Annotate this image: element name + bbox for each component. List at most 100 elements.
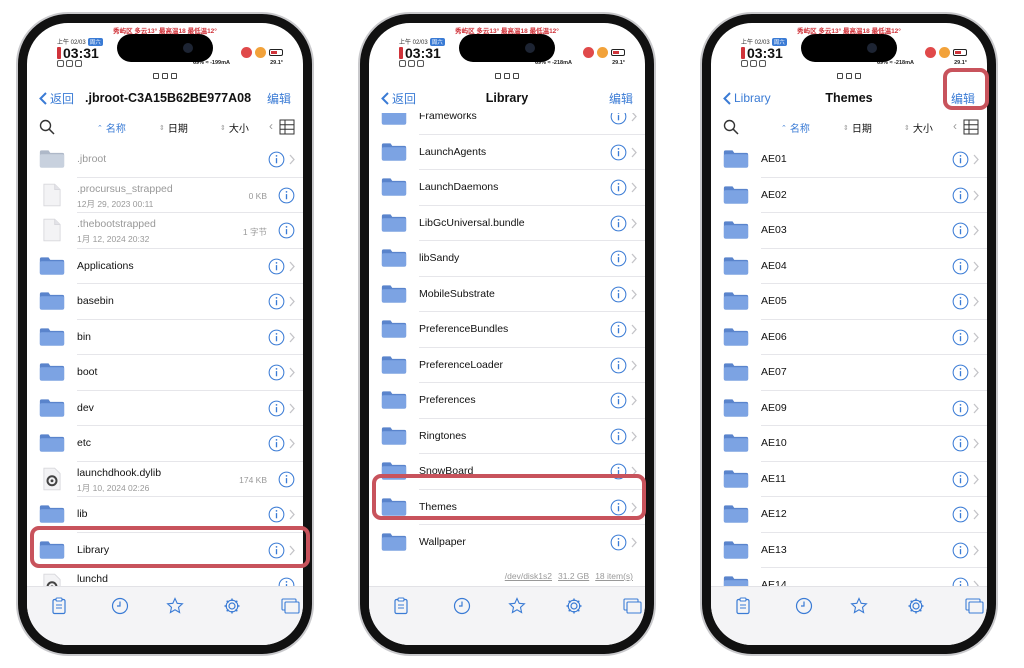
info-icon[interactable] bbox=[952, 471, 969, 488]
info-icon[interactable] bbox=[610, 534, 627, 551]
list-item[interactable]: Applications bbox=[27, 249, 303, 284]
info-icon[interactable] bbox=[610, 357, 627, 374]
list-item[interactable]: Wallpaper bbox=[369, 525, 645, 561]
info-icon[interactable] bbox=[952, 258, 969, 275]
windows-icon[interactable] bbox=[281, 597, 301, 615]
list-item[interactable]: launchdhook.dylib 1月 10, 2024 02:26 174 KB bbox=[27, 462, 303, 497]
info-icon[interactable] bbox=[268, 151, 285, 168]
clock-icon[interactable] bbox=[111, 597, 129, 615]
info-icon[interactable] bbox=[952, 364, 969, 381]
clock-icon[interactable] bbox=[795, 597, 813, 615]
info-icon[interactable] bbox=[610, 428, 627, 445]
list-item[interactable]: boot bbox=[27, 355, 303, 391]
info-icon[interactable] bbox=[610, 321, 627, 338]
list-item[interactable]: AE09 bbox=[711, 391, 987, 426]
list-item[interactable]: basebin bbox=[27, 284, 303, 320]
info-icon[interactable] bbox=[952, 222, 969, 239]
sort-by-name[interactable]: ⌃ 名称 bbox=[97, 120, 126, 135]
disk-path[interactable]: /dev/disk1s2 bbox=[505, 571, 552, 581]
info-icon[interactable] bbox=[952, 435, 969, 452]
star-icon[interactable] bbox=[850, 597, 868, 615]
list-item[interactable]: dev bbox=[27, 391, 303, 426]
list-item[interactable]: bin bbox=[27, 320, 303, 355]
back-button[interactable]: 返回 bbox=[381, 90, 416, 107]
list-item[interactable]: AE02 bbox=[711, 178, 987, 213]
info-icon[interactable] bbox=[278, 187, 295, 204]
info-icon[interactable] bbox=[268, 506, 285, 523]
info-icon[interactable] bbox=[268, 435, 285, 452]
list-item[interactable]: .jbroot bbox=[27, 142, 303, 178]
list-item[interactable]: LibGcUniversal.bundle bbox=[369, 206, 645, 241]
info-icon[interactable] bbox=[952, 187, 969, 204]
info-icon[interactable] bbox=[268, 329, 285, 346]
info-icon[interactable] bbox=[278, 471, 295, 488]
info-icon[interactable] bbox=[610, 113, 627, 125]
info-icon[interactable] bbox=[268, 400, 285, 417]
list-item[interactable]: AE10 bbox=[711, 426, 987, 462]
list-item[interactable]: AE03 bbox=[711, 213, 987, 249]
list-item[interactable]: .thebootstrapped 1月 12, 2024 20:32 1 字节 bbox=[27, 213, 303, 249]
list-item[interactable]: AE13 bbox=[711, 533, 987, 568]
list-item[interactable]: PreferenceBundles bbox=[369, 312, 645, 348]
sort-by-size[interactable]: ⇕ 大小 bbox=[904, 120, 933, 135]
list-item[interactable]: AE01 bbox=[711, 142, 987, 178]
list-item[interactable]: lunchd bbox=[27, 568, 303, 587]
list-item[interactable]: AE14 bbox=[711, 568, 987, 587]
info-icon[interactable] bbox=[952, 151, 969, 168]
clipboard-icon[interactable] bbox=[392, 597, 410, 615]
search-icon[interactable] bbox=[39, 119, 55, 135]
back-button[interactable]: Library bbox=[723, 91, 771, 105]
info-icon[interactable] bbox=[268, 258, 285, 275]
info-icon[interactable] bbox=[952, 293, 969, 310]
info-icon[interactable] bbox=[610, 250, 627, 267]
edit-button[interactable]: 编辑 bbox=[609, 90, 633, 107]
sort-by-size[interactable]: ⇕ 大小 bbox=[220, 120, 249, 135]
info-icon[interactable] bbox=[610, 392, 627, 409]
list-item[interactable]: MobileSubstrate bbox=[369, 277, 645, 312]
edit-button[interactable]: 编辑 bbox=[267, 90, 291, 107]
list-item[interactable]: AE07 bbox=[711, 355, 987, 391]
back-button[interactable]: 返回 bbox=[39, 90, 74, 107]
info-icon[interactable] bbox=[268, 293, 285, 310]
info-icon[interactable] bbox=[610, 179, 627, 196]
clipboard-icon[interactable] bbox=[50, 597, 68, 615]
search-icon[interactable] bbox=[723, 119, 739, 135]
collapse-icon[interactable]: ‹ bbox=[953, 119, 957, 133]
info-icon[interactable] bbox=[952, 400, 969, 417]
gear-icon[interactable] bbox=[223, 597, 241, 615]
info-icon[interactable] bbox=[268, 364, 285, 381]
list-item[interactable]: PreferenceLoader bbox=[369, 348, 645, 383]
info-icon[interactable] bbox=[278, 222, 295, 239]
collapse-icon[interactable]: ‹ bbox=[269, 119, 273, 133]
list-item[interactable]: AE04 bbox=[711, 249, 987, 284]
star-icon[interactable] bbox=[166, 597, 184, 615]
list-item[interactable]: libSandy bbox=[369, 241, 645, 277]
info-icon[interactable] bbox=[610, 215, 627, 232]
grid-view-icon[interactable] bbox=[279, 119, 295, 135]
sort-by-name[interactable]: ⌃ 名称 bbox=[781, 120, 810, 135]
list-item[interactable]: LaunchAgents bbox=[369, 135, 645, 170]
info-icon[interactable] bbox=[610, 144, 627, 161]
gear-icon[interactable] bbox=[907, 597, 925, 615]
grid-view-icon[interactable] bbox=[963, 119, 979, 135]
clipboard-icon[interactable] bbox=[734, 597, 752, 615]
info-icon[interactable] bbox=[952, 506, 969, 523]
list-item[interactable]: AE05 bbox=[711, 284, 987, 320]
sort-by-date[interactable]: ⇕ 日期 bbox=[159, 120, 188, 135]
list-item[interactable]: LaunchDaemons bbox=[369, 170, 645, 206]
list-item[interactable]: AE12 bbox=[711, 497, 987, 533]
info-icon[interactable] bbox=[952, 542, 969, 559]
windows-icon[interactable] bbox=[623, 597, 643, 615]
sort-by-date[interactable]: ⇕ 日期 bbox=[843, 120, 872, 135]
clock-icon[interactable] bbox=[453, 597, 471, 615]
list-item[interactable]: AE11 bbox=[711, 462, 987, 497]
list-item[interactable]: Ringtones bbox=[369, 419, 645, 454]
list-item[interactable]: .procursus_strapped 12月 29, 2023 00:11 0 K… bbox=[27, 178, 303, 213]
info-icon[interactable] bbox=[952, 329, 969, 346]
free-space[interactable]: 31.2 GB bbox=[558, 571, 589, 581]
gear-icon[interactable] bbox=[565, 597, 583, 615]
list-item[interactable]: Frameworks bbox=[369, 113, 645, 135]
star-icon[interactable] bbox=[508, 597, 526, 615]
list-item[interactable]: etc bbox=[27, 426, 303, 462]
list-item[interactable]: AE06 bbox=[711, 320, 987, 355]
